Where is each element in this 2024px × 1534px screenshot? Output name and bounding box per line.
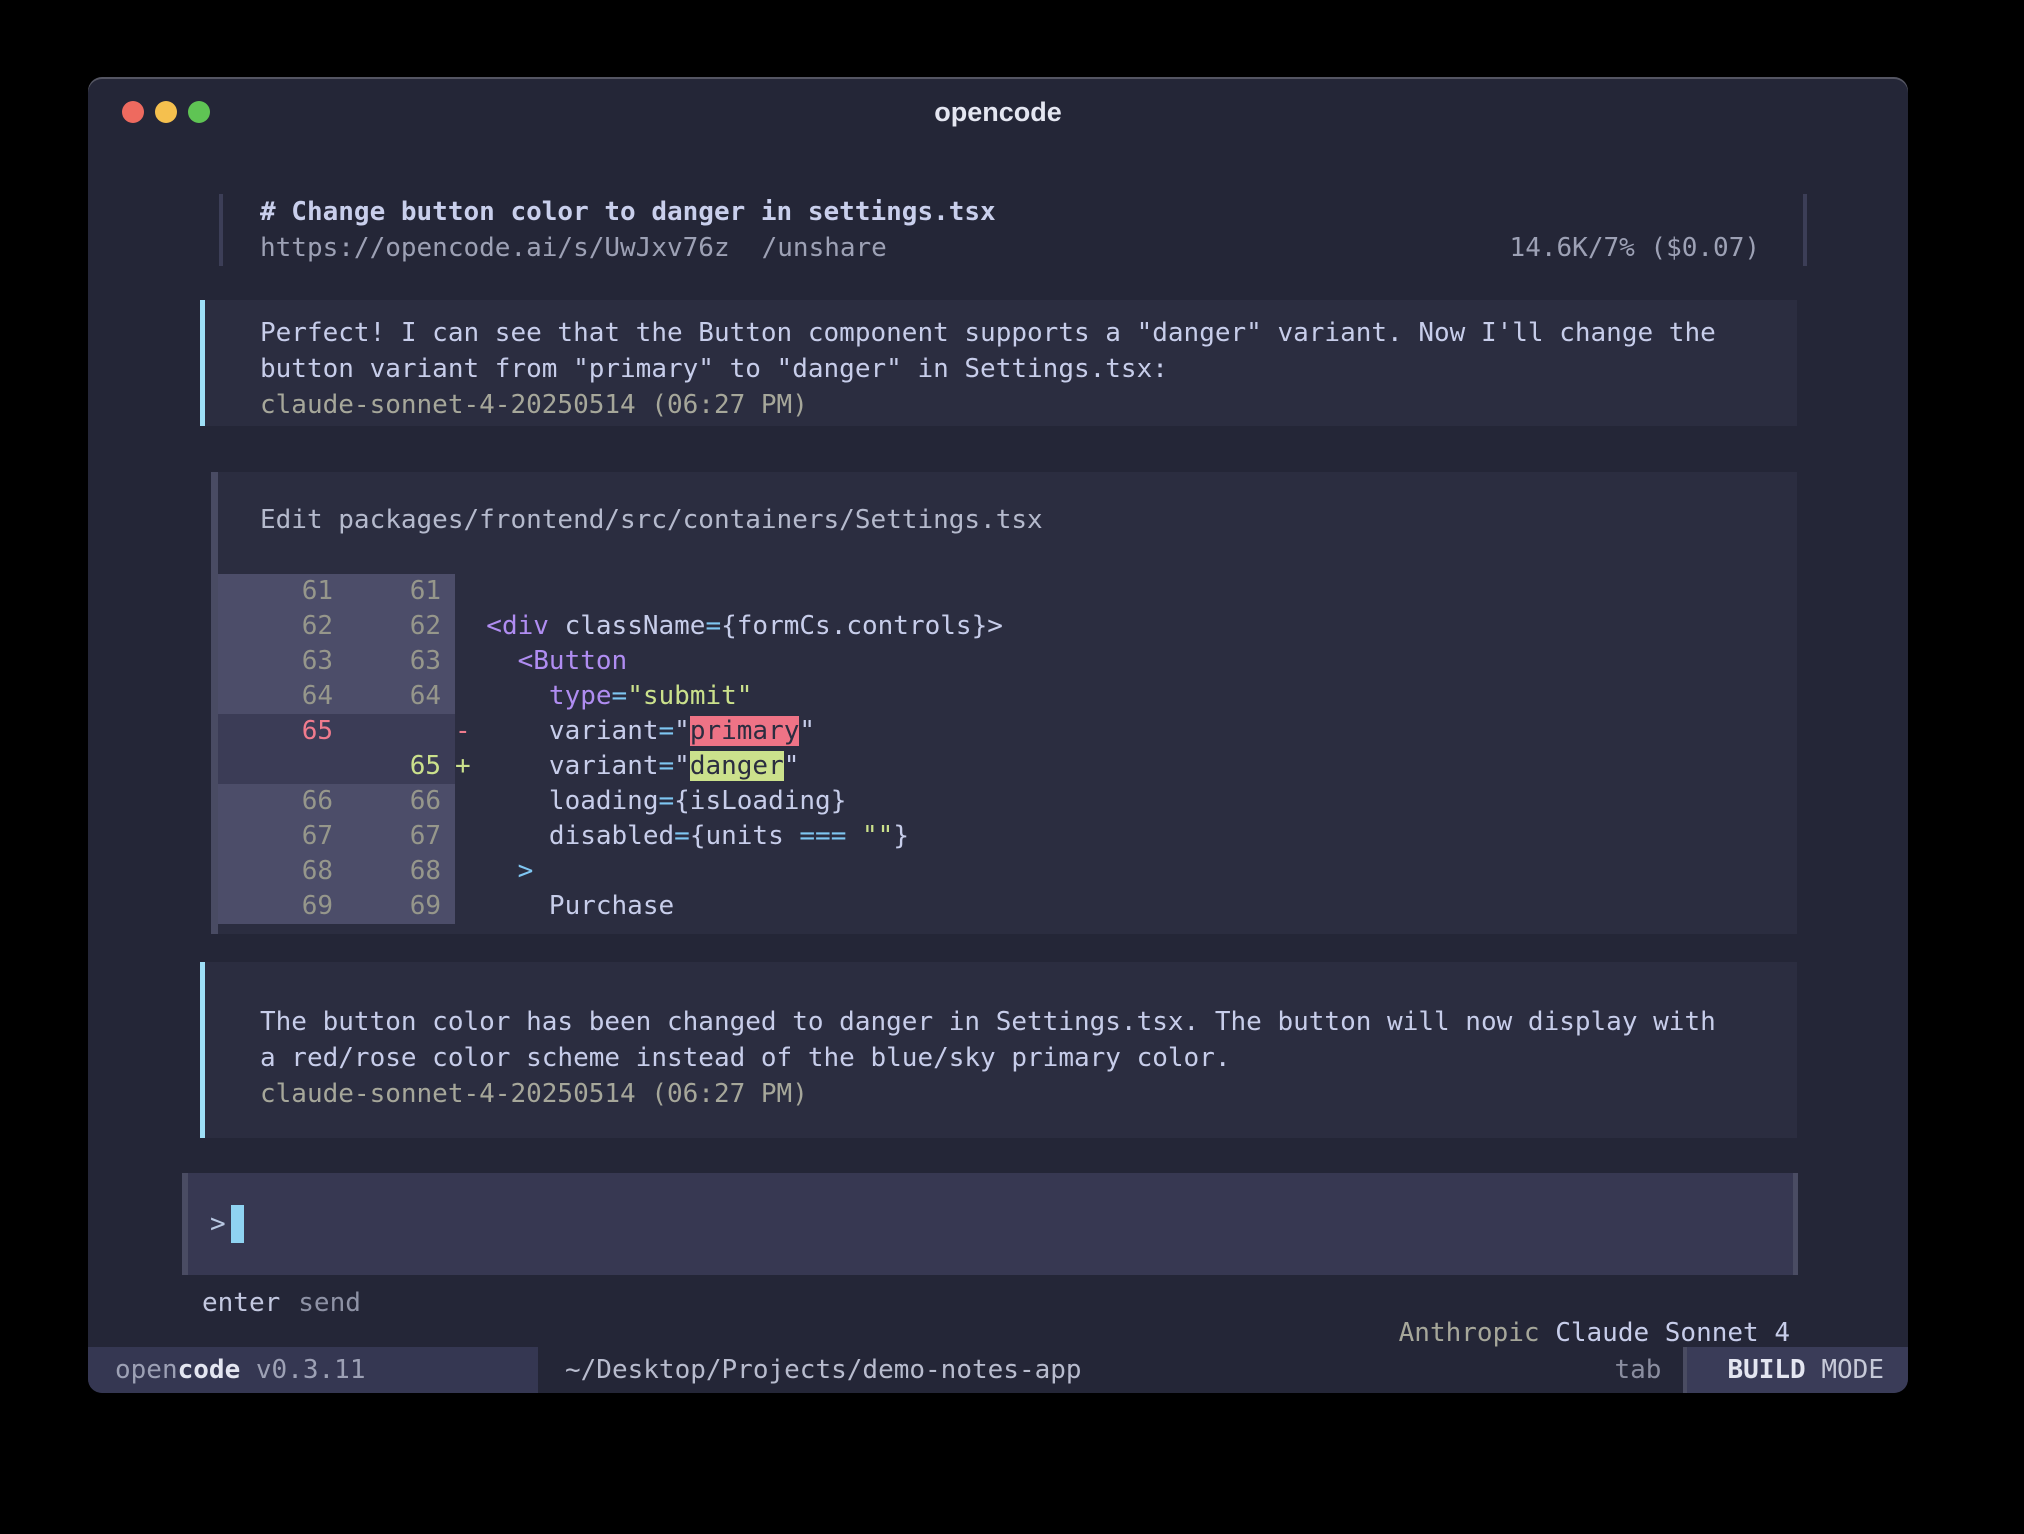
header-left-border — [219, 194, 223, 266]
text-cursor — [231, 1205, 244, 1243]
send-action-hint: send — [298, 1288, 361, 1318]
old-line-number: 65 — [218, 714, 333, 749]
old-line-number: 68 — [218, 854, 333, 889]
app-version: v0.3.11 — [240, 1355, 365, 1385]
assistant-message: The button color has been changed to dan… — [200, 962, 1797, 1138]
app-version-segment: opencode v0.3.11 — [88, 1347, 538, 1393]
old-line-number: 62 — [218, 609, 333, 644]
provider-name: Anthropic — [1399, 1318, 1540, 1348]
tab-key-hint: tab — [1614, 1355, 1661, 1385]
diff-row: 65 - variant="primary" — [218, 714, 1797, 749]
new-line-number: 64 — [333, 679, 441, 714]
message-model-timestamp: claude-sonnet-4-20250514 (06:27 PM) — [260, 1076, 1797, 1112]
gutter-padding — [441, 749, 455, 784]
code-line: disabled={units === ""} — [455, 819, 1797, 854]
code-line: Purchase — [455, 889, 1797, 924]
new-line-number: 61 — [333, 574, 441, 609]
code-line: > — [455, 854, 1797, 889]
new-line-number: 62 — [333, 609, 441, 644]
model-name: Claude Sonnet 4 — [1540, 1318, 1790, 1348]
mode-indicator: BUILD MODE — [1687, 1347, 1908, 1393]
old-line-number — [218, 749, 333, 784]
new-line-number: 63 — [333, 644, 441, 679]
status-bar: opencode v0.3.11 ~/Desktop/Projects/demo… — [88, 1347, 1908, 1393]
opencode-window: opencode # Change button color to danger… — [88, 77, 1908, 1393]
message-model-timestamp: claude-sonnet-4-20250514 (06:27 PM) — [260, 387, 1797, 423]
gutter-padding — [441, 609, 455, 644]
new-line-number: 67 — [333, 819, 441, 854]
diff-row: 6666 loading={isLoading} — [218, 784, 1797, 819]
new-line-number: 66 — [333, 784, 441, 819]
gutter-padding — [441, 784, 455, 819]
old-line-number: 63 — [218, 644, 333, 679]
share-url[interactable]: https://opencode.ai/s/UwJxv76z — [260, 230, 730, 266]
diff-row: 6161 — [218, 574, 1797, 609]
unshare-command[interactable]: /unshare — [762, 230, 887, 266]
diff-row: 6464 type="submit" — [218, 679, 1797, 714]
titlebar: opencode — [88, 77, 1908, 137]
gutter-padding — [441, 819, 455, 854]
old-line-number: 69 — [218, 889, 333, 924]
diff-row: 6363 <Button — [218, 644, 1797, 679]
session-header: # Change button color to danger in setti… — [219, 194, 1807, 266]
message-text-line: button variant from "primary" to "danger… — [260, 351, 1797, 387]
edit-block-accent-bar — [211, 472, 218, 934]
prompt-symbol: > — [210, 1206, 226, 1242]
edit-tool-block: Edit packages/frontend/src/containers/Se… — [211, 472, 1797, 934]
old-line-number: 61 — [218, 574, 333, 609]
gutter-padding — [441, 679, 455, 714]
diff-row: 6767 disabled={units === ""} — [218, 819, 1797, 854]
edit-tool-title: Edit packages/frontend/src/containers/Se… — [260, 502, 1043, 538]
diff-row: 6969 Purchase — [218, 889, 1797, 924]
new-line-number: 69 — [333, 889, 441, 924]
gutter-padding — [441, 889, 455, 924]
token-usage: 14.6K/7% ($0.07) — [1510, 230, 1760, 266]
code-line — [455, 574, 1797, 609]
gutter-padding — [441, 644, 455, 679]
code-line: type="submit" — [455, 679, 1797, 714]
footer-hints: enter send Anthropic Claude Sonnet 4 — [202, 1288, 1790, 1318]
diff-table: 61616262 <div className={formCs.controls… — [218, 574, 1797, 924]
new-line-number — [333, 714, 441, 749]
code-line: - variant="primary" — [455, 714, 1797, 749]
prompt-input[interactable]: > — [182, 1173, 1798, 1275]
diff-row: 6868 > — [218, 854, 1797, 889]
old-line-number: 64 — [218, 679, 333, 714]
code-line: loading={isLoading} — [455, 784, 1797, 819]
window-title: opencode — [88, 97, 1908, 128]
new-line-number: 68 — [333, 854, 441, 889]
gutter-padding — [441, 574, 455, 609]
diff-row: 65 + variant="danger" — [218, 749, 1797, 784]
message-text-line: The button color has been changed to dan… — [260, 1004, 1797, 1040]
working-directory: ~/Desktop/Projects/demo-notes-app — [565, 1355, 1082, 1385]
old-line-number: 67 — [218, 819, 333, 854]
message-text-line: a red/rose color scheme instead of the b… — [260, 1040, 1797, 1076]
header-right-border — [1803, 194, 1807, 266]
code-line: <div className={formCs.controls}> — [455, 609, 1797, 644]
enter-key-hint: enter — [202, 1288, 280, 1318]
diff-row: 6262 <div className={formCs.controls}> — [218, 609, 1797, 644]
old-line-number: 66 — [218, 784, 333, 819]
gutter-padding — [441, 714, 455, 749]
gutter-padding — [441, 854, 455, 889]
new-line-number: 65 — [333, 749, 441, 784]
code-line: <Button — [455, 644, 1797, 679]
message-text-line: Perfect! I can see that the Button compo… — [260, 315, 1797, 351]
message-accent-bar — [200, 962, 205, 1138]
session-title: # Change button color to danger in setti… — [260, 194, 996, 230]
assistant-message: Perfect! I can see that the Button compo… — [200, 300, 1797, 426]
message-accent-bar — [200, 300, 205, 426]
code-line: + variant="danger" — [455, 749, 1797, 784]
